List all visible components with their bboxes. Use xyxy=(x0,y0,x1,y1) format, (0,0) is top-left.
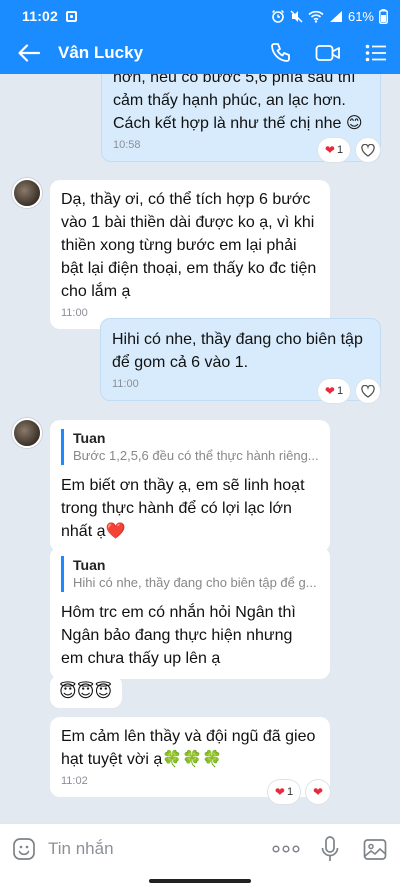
chat-header: Vân Lucky xyxy=(0,32,400,74)
heart-icon: ❤ xyxy=(324,143,335,157)
battery-level: 61% xyxy=(347,8,374,24)
menu-button[interactable] xyxy=(352,32,400,74)
reaction-count: 1 xyxy=(336,385,344,397)
message-text: 😇😇😇 xyxy=(59,682,113,701)
alarm-icon xyxy=(271,9,284,23)
image-button[interactable] xyxy=(352,837,400,861)
react-button[interactable] xyxy=(356,379,380,403)
message-input-bar: Tin nhắn xyxy=(0,823,400,873)
message-incoming[interactable]: 😇😇😇 xyxy=(50,675,122,708)
quote-author: Tuan xyxy=(73,430,106,446)
video-icon xyxy=(315,45,340,61)
voice-button[interactable] xyxy=(308,835,352,862)
system-nav-bar xyxy=(0,873,400,889)
message-line: cảm thấy hạnh phúc, an lạc hơn. xyxy=(113,92,346,109)
image-icon xyxy=(363,838,387,860)
reaction-count: 1 xyxy=(286,786,294,798)
like-icon xyxy=(361,143,375,157)
menu-icon xyxy=(365,44,386,62)
status-bar: 11:02 61% xyxy=(0,0,400,32)
message-incoming[interactable]: Tuan Hihi có nhe, thầy đang cho biên tập… xyxy=(50,547,330,679)
quote-text: Bước 1,2,5,6 đều có thể thực hành riêng.… xyxy=(73,448,319,463)
back-arrow-icon xyxy=(18,44,40,62)
reaction-count-badge[interactable]: ❤ 1 xyxy=(318,379,350,403)
mute-icon xyxy=(290,9,303,23)
video-call-button[interactable] xyxy=(304,32,352,74)
sticker-button[interactable] xyxy=(0,837,48,861)
phone-icon xyxy=(271,43,290,62)
message-text: Hihi có nhe, thầy đang cho biên tập để g… xyxy=(112,331,363,371)
message-input[interactable]: Tin nhắn xyxy=(48,839,264,859)
sticker-icon xyxy=(13,837,35,860)
message-text: Hôm trc em có nhắn hỏi Ngân thì Ngân bảo… xyxy=(61,604,296,667)
quote-author: Tuan xyxy=(73,557,106,573)
reaction-count-badge[interactable]: ❤ 1 xyxy=(318,138,350,162)
battery-icon xyxy=(379,8,388,24)
reaction-count-badge[interactable]: ❤ 1 xyxy=(268,780,300,804)
quoted-message[interactable]: Tuan Bước 1,2,5,6 đều có thể thực hành r… xyxy=(61,429,319,465)
message-list[interactable]: hơn, nếu có bước 5,6 phía sau thì cảm th… xyxy=(0,74,400,823)
message-text: Em cảm lên thầy và đội ngũ đã gieo hạt t… xyxy=(61,728,316,768)
heart-icon: ❤ xyxy=(324,384,335,398)
notification-icon xyxy=(66,10,78,22)
message-line: Cách kết hợp là như thế chị nhe 😊 xyxy=(113,115,363,132)
react-button[interactable] xyxy=(356,138,380,162)
heart-icon: ❤ xyxy=(312,785,324,799)
home-indicator[interactable] xyxy=(149,879,251,883)
message-text: Dạ, thầy ơi, có thể tích hợp 6 bước vào … xyxy=(61,191,317,300)
avatar[interactable] xyxy=(12,178,42,208)
like-icon xyxy=(361,384,375,398)
avatar[interactable] xyxy=(12,418,42,448)
quote-text: Hihi có nhe, thầy đang cho biên tập để g… xyxy=(73,575,317,590)
reaction-count: 1 xyxy=(336,144,344,156)
microphone-icon xyxy=(321,835,339,861)
message-incoming[interactable]: Tuan Bước 1,2,5,6 đều có thể thực hành r… xyxy=(50,420,330,552)
react-button[interactable]: ❤ xyxy=(306,780,330,804)
back-button[interactable] xyxy=(0,32,58,74)
wifi-icon xyxy=(308,10,324,23)
more-button[interactable] xyxy=(264,844,308,853)
status-time: 11:02 xyxy=(22,8,59,24)
status-icons: 61% xyxy=(271,8,388,24)
contact-name[interactable]: Vân Lucky xyxy=(58,43,256,63)
heart-icon: ❤ xyxy=(274,785,285,799)
message-incoming[interactable]: Dạ, thầy ơi, có thể tích hợp 6 bước vào … xyxy=(50,180,330,329)
call-button[interactable] xyxy=(256,32,304,74)
quoted-message[interactable]: Tuan Hihi có nhe, thầy đang cho biên tập… xyxy=(61,556,319,592)
more-icon xyxy=(272,844,300,853)
signal-icon xyxy=(329,10,342,22)
message-line: hơn, nếu có bước 5,6 phía sau thì xyxy=(113,74,356,86)
message-text: Em biết ơn thầy ạ, em sẽ linh hoạt trong… xyxy=(61,477,305,540)
